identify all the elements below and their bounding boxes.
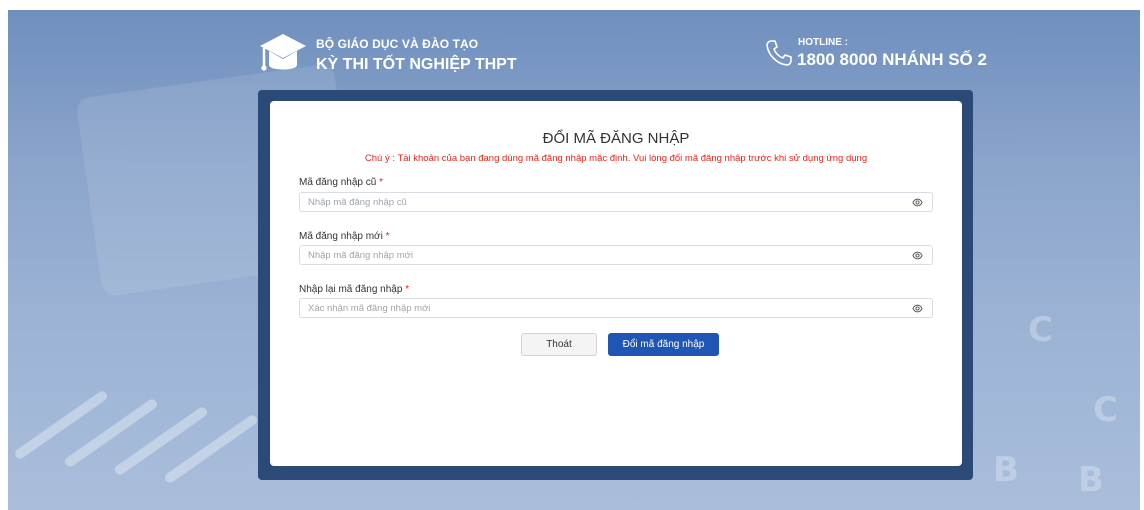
background-stripe <box>163 413 259 485</box>
eye-icon[interactable] <box>912 197 923 208</box>
new-password-input[interactable] <box>300 246 908 264</box>
background-stripe <box>113 405 209 477</box>
organization-name: BỘ GIÁO DỤC VÀ ĐÀO TẠO <box>316 37 479 51</box>
background-letter: B <box>993 450 1019 490</box>
graduation-cap-icon <box>260 34 306 71</box>
hotline-label: HOTLINE : <box>798 37 848 48</box>
default-password-notice: Chú ý : Tài khoản của bạn đang dùng mã đ… <box>364 153 868 164</box>
new-password-label-text: Mã đăng nhập mới <box>299 231 383 242</box>
confirm-password-input[interactable] <box>300 299 908 317</box>
background-letter: C <box>1028 310 1053 350</box>
change-password-card: ĐỔI MÃ ĐĂNG NHẬP Chú ý : Tài khoản của b… <box>270 101 962 466</box>
background-letter: C <box>1093 390 1118 430</box>
background-stripe <box>13 389 109 461</box>
eye-icon[interactable] <box>912 250 923 261</box>
page-title: ĐỔI MÃ ĐĂNG NHẬP <box>542 130 690 147</box>
background-letter: B <box>1078 460 1104 500</box>
hotline-number: 1800 8000 NHÁNH SỐ 2 <box>797 50 987 69</box>
confirm-password-field <box>299 298 933 318</box>
exam-name: KỲ THI TỐT NGHIỆP THPT <box>316 56 517 73</box>
confirm-password-label-text: Nhập lại mã đăng nhập <box>299 284 403 295</box>
old-password-input[interactable] <box>300 193 908 211</box>
required-mark: * <box>385 231 390 242</box>
new-password-label: Mã đăng nhập mới * <box>299 231 390 242</box>
background-stripe <box>63 397 159 469</box>
old-password-label-text: Mã đăng nhập cũ <box>299 177 377 188</box>
old-password-field <box>299 192 933 212</box>
phone-icon <box>766 40 792 66</box>
change-password-button[interactable]: Đổi mã đăng nhập <box>608 333 719 356</box>
required-mark: * <box>379 177 383 188</box>
exit-button[interactable]: Thoát <box>521 333 597 356</box>
confirm-password-label: Nhập lại mã đăng nhập * <box>299 284 409 295</box>
eye-icon[interactable] <box>912 303 923 314</box>
login-background: C C B B BỘ GIÁO DỤC VÀ ĐÀO TẠO KỲ THI TỐ… <box>8 10 1140 510</box>
old-password-label: Mã đăng nhập cũ * <box>299 177 383 188</box>
new-password-field <box>299 245 933 265</box>
required-mark: * <box>405 284 410 295</box>
